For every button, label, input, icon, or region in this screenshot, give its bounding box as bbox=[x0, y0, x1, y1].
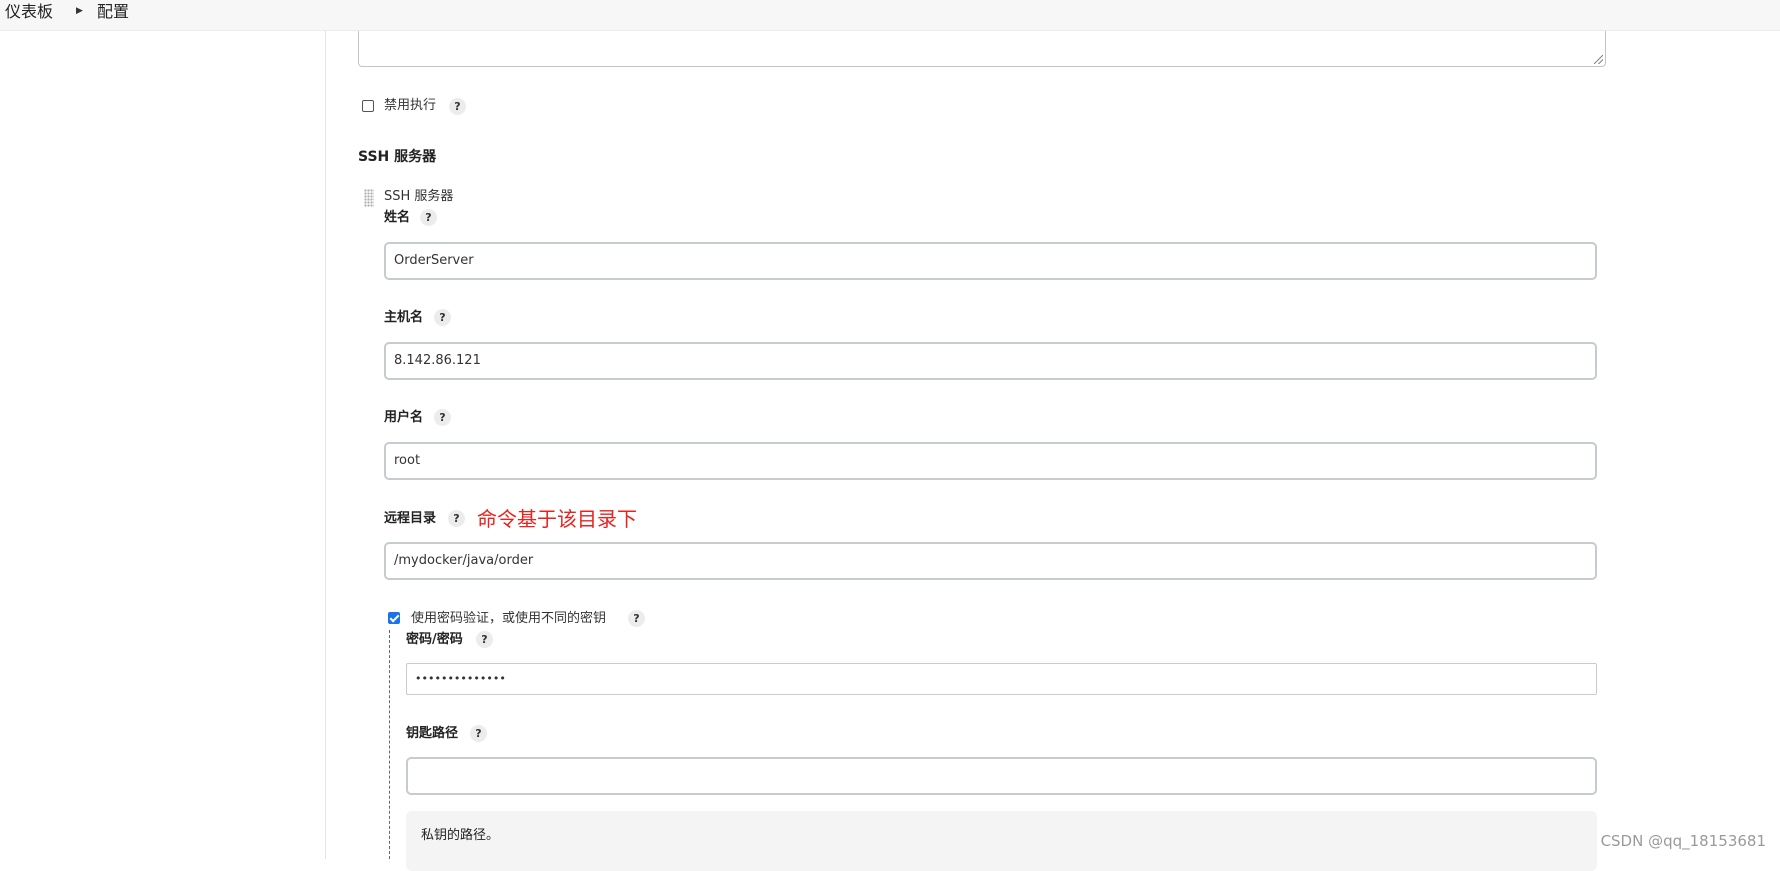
password-input[interactable]: •••••••••••••• bbox=[406, 663, 1597, 695]
breadcrumb-configure[interactable]: 配置 bbox=[97, 1, 129, 23]
key-path-help-text: 私钥的路径。 bbox=[421, 827, 499, 845]
name-label: 姓名 bbox=[384, 209, 410, 227]
key-path-input[interactable] bbox=[406, 757, 1597, 795]
remote-dir-help-icon[interactable]: ? bbox=[448, 510, 465, 527]
resize-handle-icon[interactable] bbox=[1594, 55, 1603, 64]
key-path-label: 钥匙路径 bbox=[406, 725, 458, 743]
nested-options-guide bbox=[389, 630, 390, 859]
ssh-section-title: SSH 服务器 bbox=[358, 146, 436, 166]
breadcrumb-dashboard[interactable]: 仪表板 bbox=[5, 1, 53, 23]
disable-exec-label: 禁用执行 bbox=[384, 97, 436, 115]
password-auth-label: 使用密码验证，或使用不同的密钥 bbox=[411, 610, 606, 628]
key-path-help-icon[interactable]: ? bbox=[470, 725, 487, 742]
ssh-server-item-title: SSH 服务器 bbox=[384, 188, 453, 206]
sidebar-divider bbox=[325, 31, 326, 859]
red-annotation: 命令基于该目录下 bbox=[477, 505, 637, 533]
name-input[interactable]: OrderServer bbox=[384, 242, 1597, 280]
hostname-label: 主机名 bbox=[384, 309, 423, 327]
password-auth-help-icon[interactable]: ? bbox=[628, 610, 645, 627]
password-auth-checkbox[interactable] bbox=[388, 612, 400, 624]
description-textarea[interactable] bbox=[358, 31, 1606, 67]
drag-handle-icon[interactable] bbox=[364, 189, 374, 207]
disable-exec-checkbox[interactable] bbox=[362, 100, 374, 112]
password-help-icon[interactable]: ? bbox=[476, 631, 493, 648]
name-help-icon[interactable]: ? bbox=[420, 209, 437, 226]
username-help-icon[interactable]: ? bbox=[434, 409, 451, 426]
remote-dir-input[interactable]: /mydocker/java/order bbox=[384, 542, 1597, 580]
csdn-watermark: CSDN @qq_18153681 bbox=[1601, 832, 1766, 850]
hostname-help-icon[interactable]: ? bbox=[434, 309, 451, 326]
disable-exec-help-icon[interactable]: ? bbox=[449, 98, 466, 115]
remote-dir-label: 远程目录 bbox=[384, 510, 436, 528]
key-path-help-box: 私钥的路径。 bbox=[406, 811, 1597, 871]
hostname-input[interactable]: 8.142.86.121 bbox=[384, 342, 1597, 380]
chevron-right-icon: ▶ bbox=[76, 6, 83, 16]
password-label: 密码/密码 bbox=[406, 631, 463, 649]
username-label: 用户名 bbox=[384, 409, 423, 427]
breadcrumb-bar: 仪表板 ▶ 配置 bbox=[0, 0, 1780, 31]
username-input[interactable]: root bbox=[384, 442, 1597, 480]
